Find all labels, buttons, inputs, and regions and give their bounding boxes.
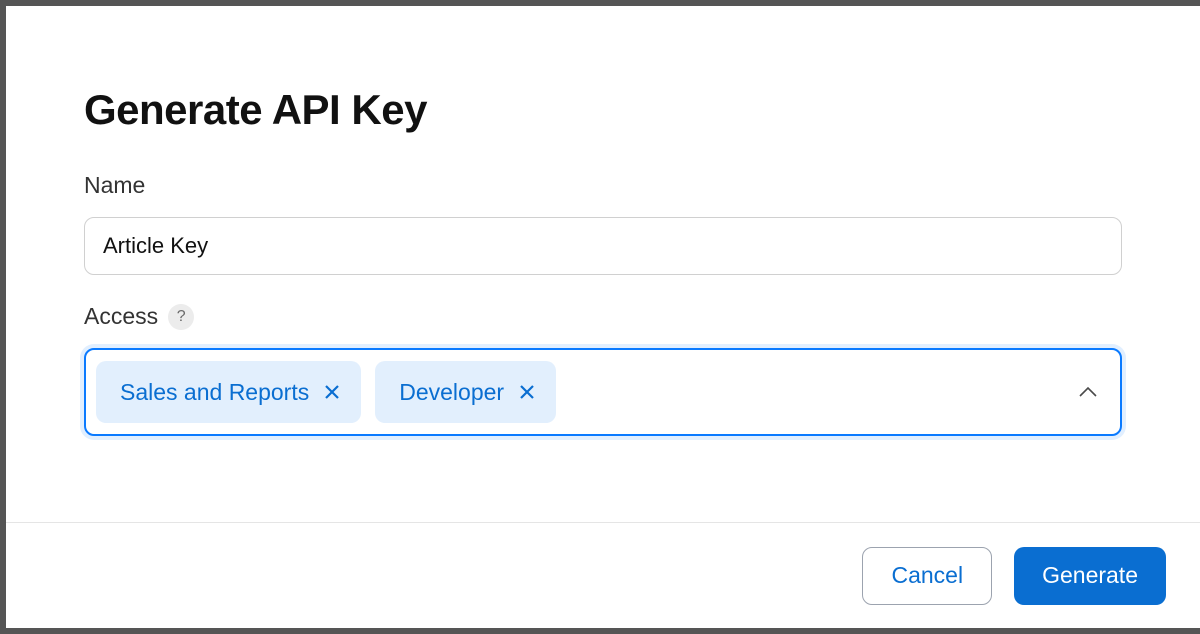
modal-footer: Cancel Generate <box>6 522 1200 628</box>
generate-api-key-modal: Generate API Key Name Access ? Sales and… <box>6 6 1200 628</box>
name-label-row: Name <box>84 172 1122 199</box>
access-tag-developer: Developer <box>375 361 556 423</box>
close-icon <box>520 385 534 399</box>
tag-label: Developer <box>399 379 504 406</box>
close-icon <box>325 385 339 399</box>
access-label-row: Access ? <box>84 303 1122 330</box>
tag-label: Sales and Reports <box>120 379 309 406</box>
access-tag-sales-and-reports: Sales and Reports <box>96 361 361 423</box>
name-input[interactable] <box>84 217 1122 275</box>
access-multiselect[interactable]: Sales and Reports Developer <box>84 348 1122 436</box>
remove-tag-button[interactable] <box>518 383 536 401</box>
access-label: Access <box>84 303 158 330</box>
remove-tag-button[interactable] <box>323 383 341 401</box>
cancel-button[interactable]: Cancel <box>862 547 992 605</box>
help-icon[interactable]: ? <box>168 304 194 330</box>
generate-button[interactable]: Generate <box>1014 547 1166 605</box>
modal-title: Generate API Key <box>84 86 1122 134</box>
name-label: Name <box>84 172 145 199</box>
modal-body: Generate API Key Name Access ? Sales and… <box>6 6 1200 522</box>
chevron-up-icon[interactable] <box>1078 382 1098 402</box>
